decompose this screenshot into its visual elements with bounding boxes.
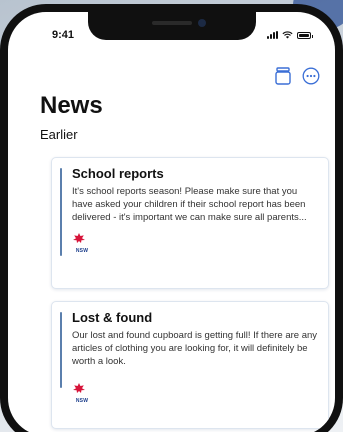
archive-button[interactable] xyxy=(273,66,293,86)
card-title: Lost & found xyxy=(72,310,153,325)
status-time: 9:41 xyxy=(52,29,75,41)
phone-frame: 9:41 News Earlier School reports It's sc… xyxy=(0,4,343,432)
nsw-logo-text: NSW xyxy=(75,248,89,254)
wifi-icon xyxy=(282,31,293,39)
card-title: School reports xyxy=(72,166,164,181)
news-card-school-reports[interactable]: School reports It's school reports seaso… xyxy=(51,157,329,289)
nsw-logo-icon: NSW xyxy=(72,380,92,404)
more-icon xyxy=(302,67,320,85)
section-label-earlier: Earlier xyxy=(40,127,78,142)
page-title: News xyxy=(40,92,103,119)
speaker xyxy=(151,21,192,25)
phone-screen: 9:41 News Earlier School reports It's sc… xyxy=(8,12,335,432)
signal-icon xyxy=(267,31,278,39)
archive-icon xyxy=(275,67,291,85)
card-body: It's school reports season! Please make … xyxy=(72,186,307,223)
nsw-logo-text: NSW xyxy=(75,398,89,404)
header-actions xyxy=(273,66,321,86)
more-button[interactable] xyxy=(301,66,321,86)
nsw-logo-icon: NSW xyxy=(72,230,92,254)
camera xyxy=(197,19,206,27)
card-accent-bar xyxy=(60,168,62,256)
card-body: Our lost and found cupboard is getting f… xyxy=(72,330,318,367)
status-icons xyxy=(267,31,313,39)
battery-icon xyxy=(297,31,313,39)
notch xyxy=(87,12,256,40)
news-card-lost-found[interactable]: Lost & found Our lost and found cupboard… xyxy=(51,301,329,429)
card-accent-bar xyxy=(60,312,62,388)
